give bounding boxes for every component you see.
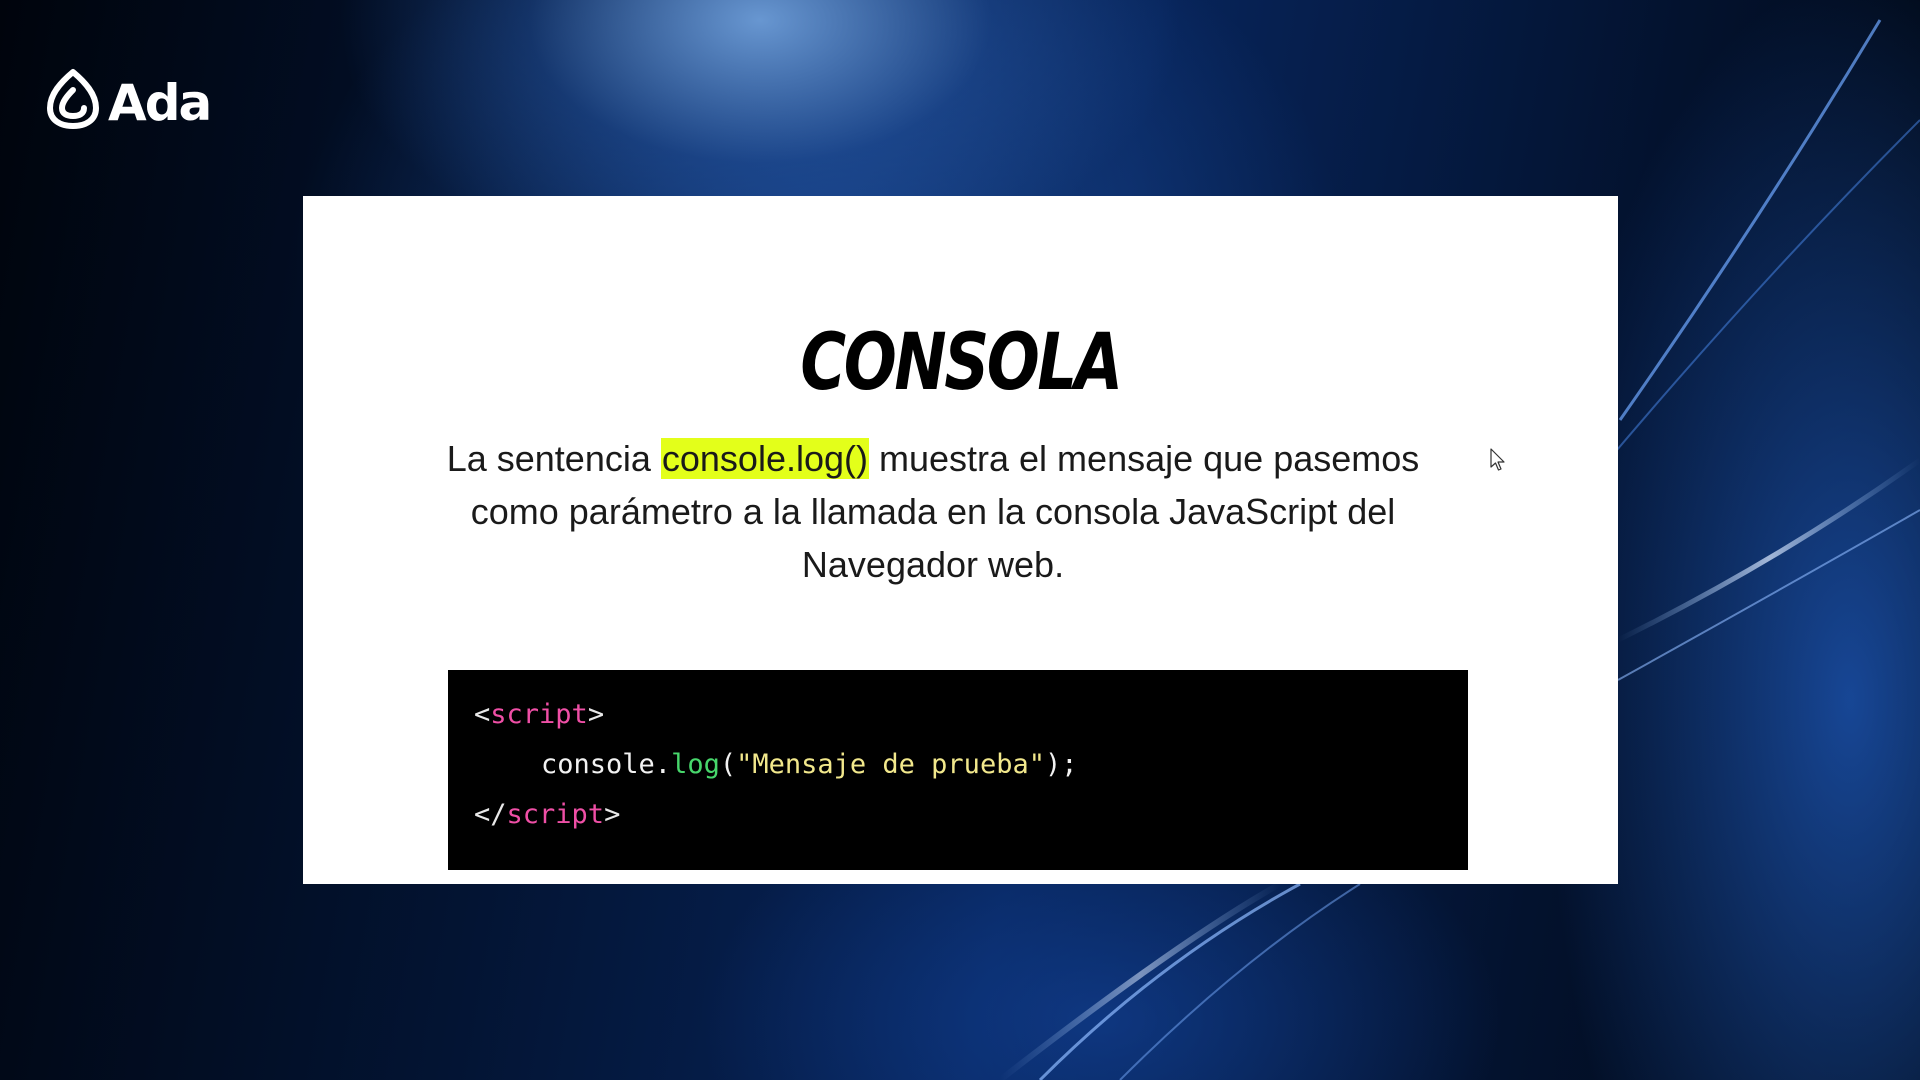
code-punct: > xyxy=(587,699,605,730)
code-punct: ); xyxy=(1044,749,1078,780)
code-tag-name: script xyxy=(490,699,588,730)
code-punct: ( xyxy=(719,749,737,780)
code-block: <script> console.log("Mensaje de prueba"… xyxy=(448,670,1468,870)
code-line-close-tag: </script> xyxy=(474,796,1468,846)
description-text-before: La sentencia xyxy=(446,438,661,479)
slide-title: CONSOLA xyxy=(800,318,1123,408)
slide-description: La sentencia console.log() muestra el me… xyxy=(433,432,1433,591)
code-line-open-tag: <script> xyxy=(474,696,1468,746)
ada-logo-text: Ada xyxy=(108,74,212,132)
code-line-statement: console.log("Mensaje de prueba"); xyxy=(474,746,1468,796)
ada-logo: Ada xyxy=(44,68,212,132)
mouse-cursor-icon xyxy=(1490,448,1505,471)
code-punct: </ xyxy=(474,799,507,830)
slide-background: Ada CONSOLA La sentencia console.log() m… xyxy=(0,0,1920,1080)
code-tag-name: script xyxy=(506,799,605,830)
code-string: "Mensaje de prueba" xyxy=(736,749,1045,780)
ada-logo-icon xyxy=(47,69,99,129)
code-punct: > xyxy=(604,799,621,830)
slide-card: CONSOLA La sentencia console.log() muest… xyxy=(303,196,1618,884)
code-method: log xyxy=(671,749,720,780)
code-object: console xyxy=(541,749,655,780)
highlighted-code-term: console.log() xyxy=(660,438,869,479)
code-punct: . xyxy=(654,749,672,780)
code-punct: < xyxy=(474,699,491,730)
